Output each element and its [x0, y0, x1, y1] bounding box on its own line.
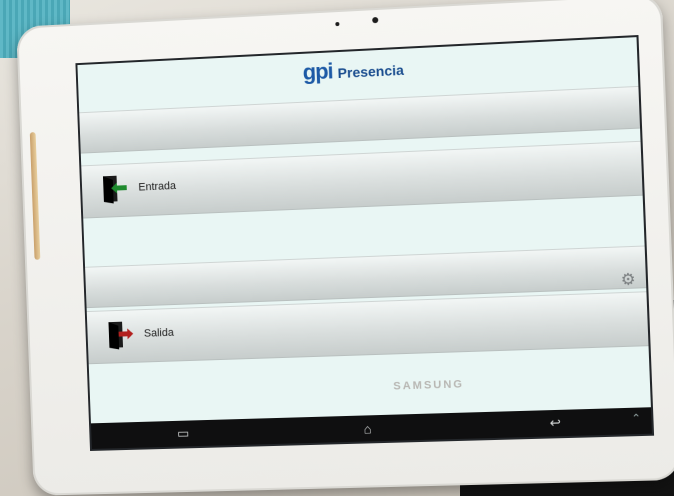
header-band — [79, 85, 641, 154]
side-button — [29, 132, 41, 260]
settings-gear-icon[interactable]: ⚙ — [620, 269, 636, 290]
screen: gpi Presencia Entrada Salida ⚙ ▭ ⌂ ↩ ⌃ — [75, 34, 655, 451]
home-icon[interactable]: ⌂ — [363, 421, 371, 436]
app-title-text: Presencia — [337, 61, 405, 82]
android-nav-bar: ▭ ⌂ ↩ ⌃ — [90, 407, 652, 449]
entrada-row[interactable]: Entrada — [101, 171, 177, 204]
salida-row[interactable]: Salida — [106, 318, 174, 350]
sensor-icon — [335, 21, 340, 27]
door-exit-icon — [106, 319, 134, 350]
entrada-label: Entrada — [138, 180, 177, 194]
gpi-logo: gpi — [302, 58, 334, 85]
tablet-device: gpi Presencia Entrada Salida ⚙ ▭ ⌂ ↩ ⌃ S… — [16, 0, 674, 496]
recent-apps-icon[interactable]: ▭ — [177, 425, 190, 441]
back-icon[interactable]: ↩ — [549, 415, 561, 432]
camera-icon — [372, 16, 379, 24]
salida-label: Salida — [143, 326, 175, 340]
chevron-up-icon[interactable]: ⌃ — [631, 412, 641, 425]
door-enter-icon — [101, 173, 129, 204]
app-title: gpi Presencia — [78, 43, 638, 96]
brand-label: SAMSUNG — [393, 378, 465, 393]
